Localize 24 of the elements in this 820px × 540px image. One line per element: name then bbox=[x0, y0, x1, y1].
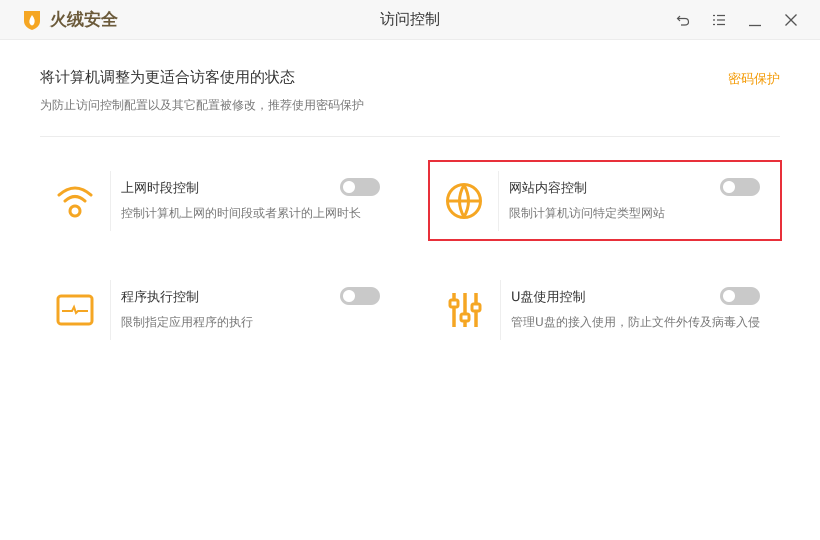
control-title: 程序执行控制 bbox=[121, 289, 199, 306]
control-description: 控制计算机上网的时间段或者累计的上网时长 bbox=[121, 205, 361, 222]
control-title: 上网时段控制 bbox=[121, 180, 199, 197]
page-heading: 将计算机调整为更适合访客使用的状态 bbox=[40, 68, 296, 87]
window-title: 访问控制 bbox=[380, 10, 440, 29]
toggle-switch[interactable] bbox=[340, 178, 380, 196]
toggle-switch[interactable] bbox=[720, 178, 760, 196]
control-description: 限制指定应用程序的执行 bbox=[121, 314, 253, 331]
globe-icon bbox=[445, 182, 483, 220]
control-title: U盘使用控制 bbox=[511, 289, 586, 306]
app-name: 火绒安全 bbox=[50, 9, 118, 31]
control-description: 管理U盘的接入使用，防止文件外传及病毒入侵 bbox=[511, 314, 760, 331]
back-icon[interactable] bbox=[676, 12, 690, 26]
control-title: 网站内容控制 bbox=[509, 180, 587, 197]
menu-icon[interactable] bbox=[712, 12, 726, 26]
flame-shield-logo-icon bbox=[22, 8, 42, 30]
control-description: 限制计算机访问特定类型网站 bbox=[509, 205, 665, 222]
page-description: 为防止访问控制配置以及其它配置被修改，推荐使用密码保护 bbox=[40, 97, 364, 114]
toggle-switch[interactable] bbox=[720, 287, 760, 305]
monitor-pulse-icon bbox=[56, 294, 94, 326]
toggle-switch[interactable] bbox=[340, 287, 380, 305]
close-icon[interactable] bbox=[784, 12, 798, 26]
sliders-icon bbox=[448, 292, 482, 328]
password-protection-link[interactable]: 密码保护 bbox=[728, 70, 780, 88]
